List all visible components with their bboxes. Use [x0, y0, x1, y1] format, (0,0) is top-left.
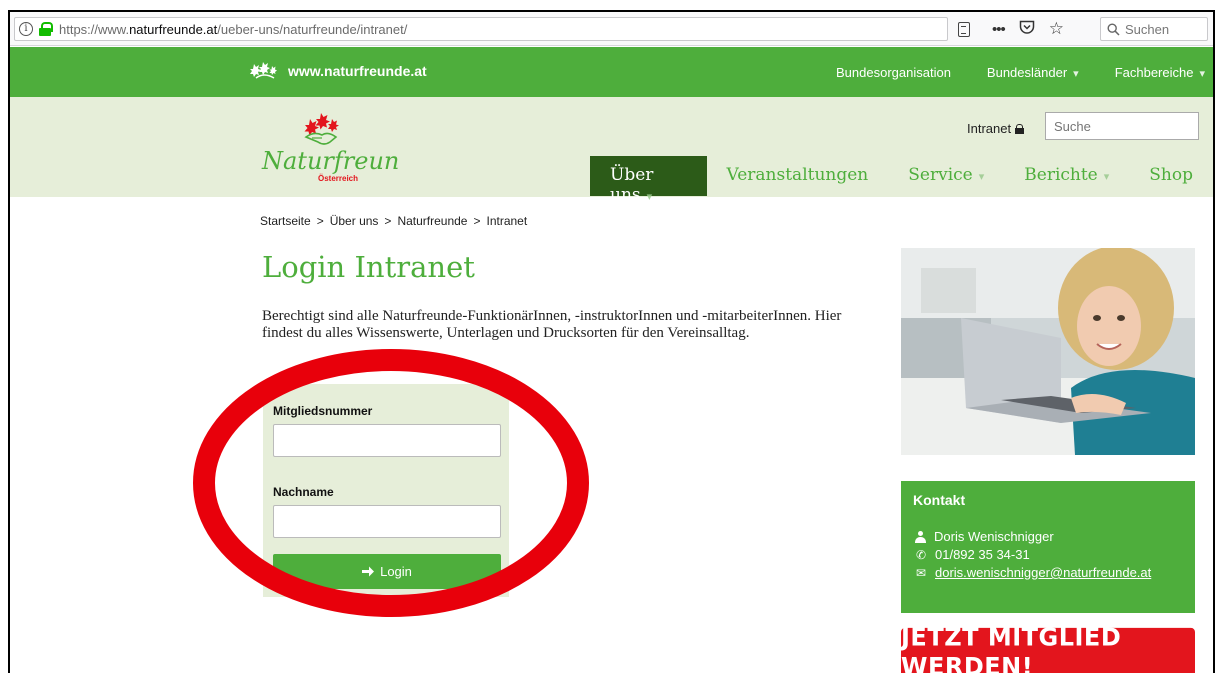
- login-button[interactable]: Login: [273, 554, 501, 589]
- site-logo-icon: [250, 62, 277, 79]
- login-form: Mitgliedsnummer Nachname Login: [263, 384, 509, 597]
- become-member-banner[interactable]: JETZT MITGLIED WERDEN!: [901, 623, 1195, 673]
- svg-text:Naturfreunde: Naturfreunde: [261, 147, 398, 175]
- contact-box: Kontakt Doris Wenischnigger ✆ 01/892 35 …: [901, 481, 1195, 613]
- surname-input[interactable]: [273, 505, 501, 538]
- top-bar: www.naturfreunde.at Bundesorganisation B…: [10, 47, 1213, 97]
- page-title: Login Intranet: [262, 250, 475, 284]
- site-name: www.naturfreunde.at: [288, 63, 427, 79]
- main-nav-ueber-uns[interactable]: Über uns: [590, 156, 707, 205]
- top-nav: Bundesorganisation Bundesländer Fachbere…: [836, 65, 1205, 80]
- breadcrumb-ueber-uns[interactable]: Über uns: [330, 214, 379, 228]
- main-nav-shop[interactable]: Shop: [1129, 156, 1213, 196]
- top-nav-bundeslaender[interactable]: Bundesländer: [987, 65, 1079, 80]
- breadcrumb-naturfreunde[interactable]: Naturfreunde: [397, 214, 467, 228]
- browser-toolbar: i https://www. naturfreunde.at/ueber-uns/…: [10, 12, 1213, 46]
- person-icon: [915, 530, 926, 543]
- site-search-input[interactable]: [1045, 112, 1199, 140]
- toolbar-icons: ••• ☆: [958, 19, 1064, 39]
- more-icon[interactable]: •••: [992, 21, 1006, 38]
- browser-search-input[interactable]: Suchen: [1100, 17, 1208, 41]
- main-nav-veranstaltungen[interactable]: Veranstaltungen: [707, 156, 889, 196]
- info-icon[interactable]: i: [19, 22, 33, 36]
- member-number-input[interactable]: [273, 424, 501, 457]
- pocket-icon[interactable]: [1019, 20, 1035, 39]
- reader-view-icon[interactable]: [958, 21, 970, 37]
- intranet-link-label: Intranet: [967, 121, 1012, 136]
- intro-text: Berechtigt sind alle Naturfreunde-Funkti…: [262, 308, 842, 341]
- breadcrumb-separator: >: [316, 214, 324, 228]
- surname-label: Nachname: [273, 485, 334, 499]
- contact-title: Kontakt: [913, 492, 966, 508]
- breadcrumb-intranet: Intranet: [486, 214, 528, 228]
- contact-email-link[interactable]: doris.wenischnigger@naturfreunde.at: [935, 565, 1151, 580]
- breadcrumb: Startseite > Über uns > Naturfreunde > I…: [260, 214, 527, 228]
- login-button-label: Login: [380, 564, 412, 579]
- main-nav-berichte[interactable]: Berichte: [1004, 156, 1129, 196]
- contact-phone: 01/892 35 34-31: [935, 547, 1030, 562]
- contact-person: Doris Wenischnigger: [915, 529, 1054, 544]
- main-nav-service[interactable]: Service: [888, 156, 1004, 196]
- arrow-right-icon: [362, 566, 375, 577]
- svg-text:Österreich: Österreich: [318, 174, 358, 183]
- site-header: Naturfreunde Österreich Intranet Über un…: [10, 97, 1213, 205]
- mail-icon: ✉: [915, 565, 927, 580]
- search-placeholder: Suchen: [1125, 21, 1170, 37]
- bookmark-star-icon[interactable]: ☆: [1049, 19, 1064, 39]
- lock-icon[interactable]: [39, 22, 53, 36]
- lock-icon: [1015, 123, 1025, 134]
- contact-email-row: ✉ doris.wenischnigger@naturfreunde.at: [915, 565, 1151, 580]
- search-icon: [1107, 22, 1120, 36]
- breadcrumb-separator: >: [384, 214, 392, 228]
- breadcrumb-separator: >: [473, 214, 481, 228]
- site-home-link[interactable]: www.naturfreunde.at: [250, 60, 427, 82]
- woman-laptop-photo: [901, 248, 1195, 455]
- contact-name: Doris Wenischnigger: [934, 529, 1054, 544]
- intranet-link[interactable]: Intranet: [967, 121, 1025, 136]
- url-domain: naturfreunde.at: [129, 21, 218, 37]
- top-nav-bundesorganisation[interactable]: Bundesorganisation: [836, 65, 951, 80]
- address-bar[interactable]: i https://www. naturfreunde.at/ueber-uns/…: [14, 17, 948, 41]
- browser-window: i https://www. naturfreunde.at/ueber-uns/…: [8, 10, 1215, 673]
- top-nav-fachbereiche[interactable]: Fachbereiche: [1115, 65, 1205, 80]
- member-number-label: Mitgliedsnummer: [273, 404, 373, 418]
- url-path: /ueber-uns/naturfreunde/intranet/: [217, 21, 408, 37]
- url-prefix: https://www.: [59, 21, 130, 37]
- breadcrumb-startseite[interactable]: Startseite: [260, 214, 311, 228]
- naturfreunde-logo[interactable]: Naturfreunde Österreich: [258, 107, 398, 187]
- phone-icon: ✆: [915, 547, 927, 562]
- main-nav: Über uns Veranstaltungen Service Bericht…: [590, 156, 1213, 205]
- contact-phone-row: ✆ 01/892 35 34-31: [915, 547, 1030, 562]
